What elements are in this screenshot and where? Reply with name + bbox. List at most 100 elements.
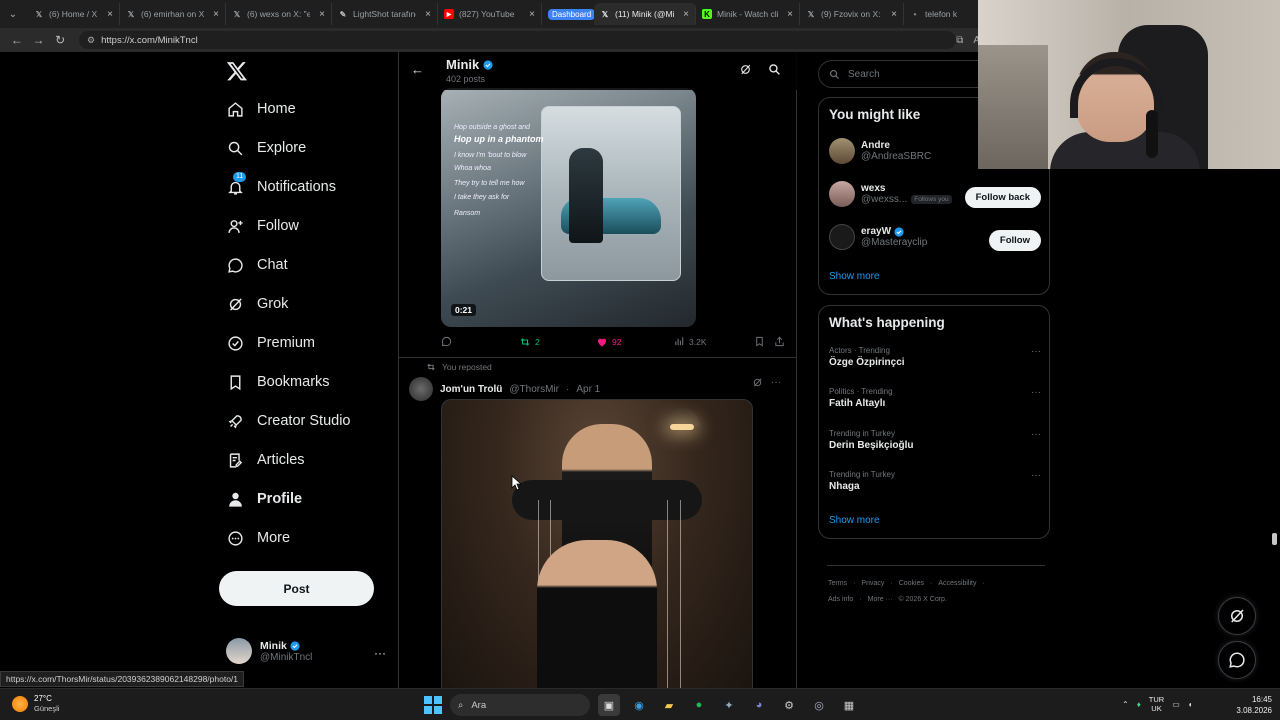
footer-link[interactable]: Cookies [899, 580, 924, 587]
share-button[interactable] [774, 336, 785, 347]
browser-tab-active[interactable]: 𝕏(11) Minik (@Minik× [594, 3, 696, 25]
browser-tab[interactable]: 𝕏(6) emirhan on X: "× [120, 3, 226, 25]
browser-tab[interactable]: 𝕏(6) wexs on X: "esk× [226, 3, 332, 25]
more-dots-icon[interactable]: ··· [1031, 346, 1041, 357]
tweet-photo[interactable] [441, 399, 753, 688]
close-icon[interactable]: × [887, 9, 897, 20]
mic-icon[interactable]: ♦ [1137, 700, 1141, 709]
trend-item[interactable]: Trending in Turkey Derin Beşikçioğlu ··· [829, 429, 1041, 451]
more-dots-icon[interactable]: ··· [1031, 470, 1041, 481]
task-view-icon[interactable]: ▣ [598, 694, 620, 716]
sidebar-item-home[interactable]: Home [226, 100, 296, 118]
sidebar-item-grok[interactable]: Grok [226, 295, 288, 313]
more-dots-icon[interactable]: ··· [1031, 429, 1041, 440]
weather-widget[interactable]: 27°C Güneşli [12, 694, 59, 714]
url-field[interactable]: ⚙ https://x.com/MinikTncl [79, 31, 957, 49]
tweet-author-handle[interactable]: @ThorsMir [509, 384, 559, 395]
post-button[interactable]: Post [219, 571, 374, 606]
volume-icon[interactable]: ◖ [1188, 700, 1193, 709]
site-info-icon[interactable]: ⚙ [87, 35, 95, 46]
close-icon[interactable]: × [679, 9, 689, 20]
sidebar-item-follow[interactable]: Follow [226, 217, 299, 235]
trend-item[interactable]: Actors · Trending Özge Özpirinçci ··· [829, 346, 1041, 368]
sidebar-item-premium[interactable]: Premium [226, 334, 315, 352]
edge-icon[interactable]: ◉ [628, 694, 650, 716]
repost-indicator: You reposted [426, 362, 492, 372]
spotify-icon[interactable]: ● [688, 694, 710, 716]
scroll-thumb[interactable] [1272, 533, 1277, 545]
tab-group-chip[interactable]: Dashboard [542, 3, 594, 25]
trend-item[interactable]: Politics · Trending Fatih Altaylı ··· [829, 387, 1041, 409]
app-icon[interactable]: ✦ [718, 694, 740, 716]
language-indicator[interactable]: TUR UK [1149, 695, 1164, 713]
reload-icon[interactable]: ↻ [49, 33, 71, 47]
close-icon[interactable]: × [315, 9, 325, 20]
reply-button[interactable] [441, 336, 452, 347]
browser-tab[interactable]: KMinik - Watch clips× [696, 3, 800, 25]
more-dots-icon[interactable]: ··· [771, 377, 781, 391]
footer-link[interactable]: Terms [828, 580, 847, 587]
more-dots-icon[interactable]: ··· [1031, 387, 1041, 398]
chatgpt-icon[interactable]: ⚙ [778, 694, 800, 716]
sidebar-item-chat[interactable]: Chat [226, 256, 288, 274]
follow-back-button[interactable]: Follow back [964, 187, 1041, 208]
sidebar-item-more[interactable]: More [226, 529, 290, 547]
retweet-button[interactable]: 2 [519, 336, 540, 348]
bookmark-button[interactable] [754, 336, 765, 347]
back-arrow-icon[interactable]: ← [411, 62, 424, 77]
taskbar-search[interactable]: ⌕ Ara [450, 694, 590, 716]
footer-link[interactable]: More ··· [868, 596, 893, 603]
grok-icon[interactable] [752, 377, 763, 391]
grok-fab-button[interactable] [1218, 597, 1256, 635]
windows-start-icon[interactable] [424, 696, 442, 714]
split-view-icon[interactable]: ⧉ [956, 35, 963, 46]
close-icon[interactable]: × [209, 9, 219, 20]
browser-tab[interactable]: • telefon k [904, 3, 964, 25]
steam-icon[interactable]: ◎ [808, 694, 830, 716]
views-button[interactable]: 3.2K [674, 336, 707, 347]
discord-icon[interactable]: ◕ [748, 694, 770, 716]
browser-tab[interactable]: ✎LightShot tarafından× [332, 3, 438, 25]
chevron-up-icon[interactable]: ⌃ [1122, 700, 1129, 709]
tab-search-chevron-icon[interactable]: ⌄ [4, 5, 22, 23]
suggested-user[interactable]: erayW @Masterayclip Follow [829, 224, 1041, 251]
close-icon[interactable]: × [783, 9, 793, 20]
sidebar-item-explore[interactable]: Explore [226, 139, 306, 157]
network-icon[interactable]: ▭ [1172, 700, 1180, 709]
footer-link[interactable]: Ads info [828, 596, 853, 603]
calculator-icon[interactable]: ▦ [838, 694, 860, 716]
browser-tab[interactable]: 𝕏(9) Fzovix on X: "E× [800, 3, 904, 25]
show-more-link[interactable]: Show more [829, 271, 880, 282]
avatar[interactable] [409, 377, 433, 401]
sidebar-item-creator-studio[interactable]: Creator Studio [226, 412, 351, 430]
like-button[interactable]: 92 [596, 336, 621, 348]
video-thumbnail[interactable]: Hop outside a ghost and Hop up in a phan… [441, 88, 696, 327]
forward-arrow-icon[interactable]: → [28, 33, 50, 47]
tweet-author-name[interactable]: Jom'un Trolü [440, 384, 502, 395]
suggested-user[interactable]: wexs @wexss... Follows you Follow back [829, 181, 1041, 208]
search-icon[interactable] [768, 63, 781, 79]
account-switcher[interactable]: Minik @MinikTncl ··· [226, 638, 386, 664]
sidebar-item-bookmarks[interactable]: Bookmarks [226, 373, 330, 391]
grok-icon[interactable] [739, 63, 752, 79]
close-icon[interactable]: × [103, 9, 113, 20]
chat-fab-button[interactable] [1218, 641, 1256, 679]
close-icon[interactable]: × [421, 9, 431, 20]
close-icon[interactable]: × [525, 9, 535, 20]
footer-link[interactable]: Accessibility [938, 580, 976, 587]
footer-link[interactable]: Privacy [861, 580, 884, 587]
file-explorer-icon[interactable]: ▰ [658, 694, 680, 716]
back-arrow-icon[interactable]: ← [6, 33, 28, 47]
browser-tab[interactable]: 𝕏 (6) Home / X × [28, 3, 120, 25]
sidebar-item-articles[interactable]: Articles [226, 451, 305, 469]
tweet-date[interactable]: Apr 1 [576, 384, 600, 395]
sidebar-item-notifications[interactable]: 11 Notifications [226, 172, 336, 196]
follow-button[interactable]: Follow [988, 230, 1041, 251]
browser-tab[interactable]: ▶ (827) YouTube × [438, 3, 542, 25]
sidebar-item-profile[interactable]: Profile [226, 490, 302, 508]
x-logo-icon[interactable] [226, 60, 248, 82]
more-dots-icon[interactable]: ··· [374, 646, 386, 660]
taskbar-clock[interactable]: 16:45 3.08.2026 [1224, 694, 1272, 716]
trend-item[interactable]: Trending in Turkey Nhaga ··· [829, 470, 1041, 492]
show-more-link[interactable]: Show more [829, 515, 880, 526]
